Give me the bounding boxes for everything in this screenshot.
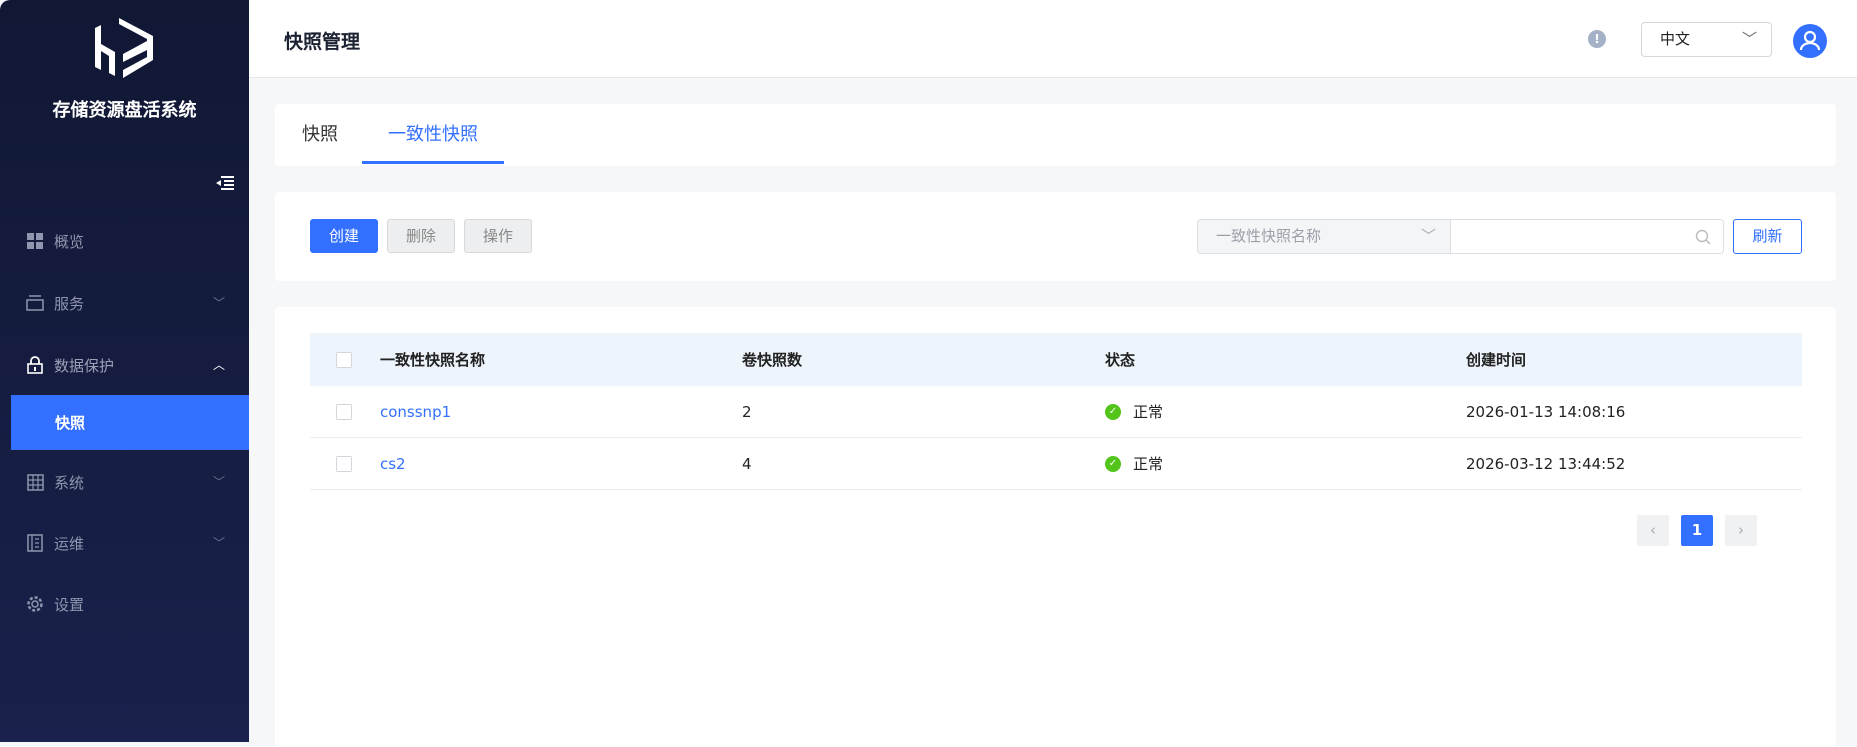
sidebar-item-settings[interactable]: 设置 [0,579,249,629]
tab-consistency-snapshot[interactable]: 一致性快照 [388,104,478,166]
sidebar-item-label: 系统 [54,473,85,492]
created-time: 2026-01-13 14:08:16 [1466,402,1626,421]
chevron-down-icon: ﹀ [212,475,225,489]
language-value: 中文 [1660,30,1691,48]
sidebar-item-label: 数据保护 [54,356,115,375]
sidebar-item-data-protection[interactable]: 数据保护 ︿ [0,340,249,390]
snapshot-name-link[interactable]: conssnp1 [380,386,451,437]
logo-icon [95,18,153,78]
create-button[interactable]: 创建 [310,219,378,253]
created-time: 2026-03-12 13:44:52 [1466,454,1626,473]
prev-page-button[interactable]: ‹ [1637,515,1669,546]
filter-field-value: 一致性快照名称 [1216,227,1322,245]
table-row: cs2 4 ✓ 正常 2026-03-12 13:44:52 [310,438,1802,490]
tab-snapshot[interactable]: 快照 [302,104,338,166]
chevron-down-icon: ﹀ [1420,227,1436,245]
column-created: 创建时间 [1466,351,1527,369]
language-select[interactable]: 中文 ﹀ [1641,22,1772,57]
brand-title: 存储资源盘活系统 [52,100,197,121]
chevron-down-icon: ﹀ [1741,30,1757,48]
lock-icon [26,356,44,374]
snapshot-name-link[interactable]: cs2 [380,438,406,489]
active-tab-indicator [362,161,504,164]
row-checkbox[interactable] [336,455,352,472]
sidebar-item-overview[interactable]: 概览 [0,216,249,266]
snapshot-count: 4 [742,454,752,473]
status-text: 正常 [1133,455,1164,473]
column-count: 卷快照数 [742,351,803,369]
user-icon [1799,30,1821,51]
search-icon[interactable] [1695,229,1711,245]
table-icon [26,473,44,491]
column-status: 状态 [1105,351,1136,369]
sidebar-item-label: 设置 [54,595,85,614]
operate-button[interactable]: 操作 [464,219,532,253]
page-1-button[interactable]: 1 [1681,515,1713,546]
row-checkbox[interactable] [336,403,352,420]
chevron-up-icon: ︿ [212,358,225,372]
sidebar-subitem-snapshot[interactable]: 快照 [11,395,249,450]
tabs-card [275,104,1836,166]
status-text: 正常 [1133,403,1164,421]
sidebar-item-label: 服务 [54,294,85,313]
gear-icon [26,595,44,613]
column-name[interactable]: 一致性快照名称 [380,333,485,386]
sidebar: 存储资源盘活系统 概览 服务 ﹀ 数据保护 ︿ 快照 系统 ﹀ 运维 ﹀ 设置 [0,0,249,742]
info-icon[interactable]: ! [1588,30,1606,48]
search-input[interactable] [1450,219,1724,254]
grid-icon [26,232,44,250]
sidebar-item-label: 概览 [54,232,85,251]
layers-icon [26,294,44,312]
sidebar-item-service[interactable]: 服务 ﹀ [0,278,249,328]
avatar[interactable] [1793,24,1827,58]
snapshot-count: 2 [742,402,752,421]
filter-field-select[interactable]: 一致性快照名称 ﹀ [1197,219,1451,254]
chevron-down-icon: ﹀ [212,536,225,550]
select-all-checkbox[interactable] [336,351,352,368]
sidebar-item-ops[interactable]: 运维 ﹀ [0,518,249,568]
refresh-button[interactable]: 刷新 [1733,219,1802,254]
notebook-icon [26,534,44,552]
check-circle-icon: ✓ [1105,403,1121,420]
sidebar-item-label: 运维 [54,534,85,553]
check-circle-icon: ✓ [1105,455,1121,472]
sidebar-item-system[interactable]: 系统 ﹀ [0,457,249,507]
page-title: 快照管理 [284,31,361,53]
next-page-button[interactable]: › [1725,515,1757,546]
header: 快照管理 ! 中文 ﹀ [249,0,1857,78]
delete-button[interactable]: 删除 [387,219,455,253]
table-row: conssnp1 2 ✓ 正常 2026-01-13 14:08:16 [310,386,1802,438]
table-header: 一致性快照名称 卷快照数 状态 创建时间 [310,333,1802,386]
menu-collapse-icon[interactable] [216,176,234,190]
chevron-down-icon: ﹀ [212,296,225,310]
